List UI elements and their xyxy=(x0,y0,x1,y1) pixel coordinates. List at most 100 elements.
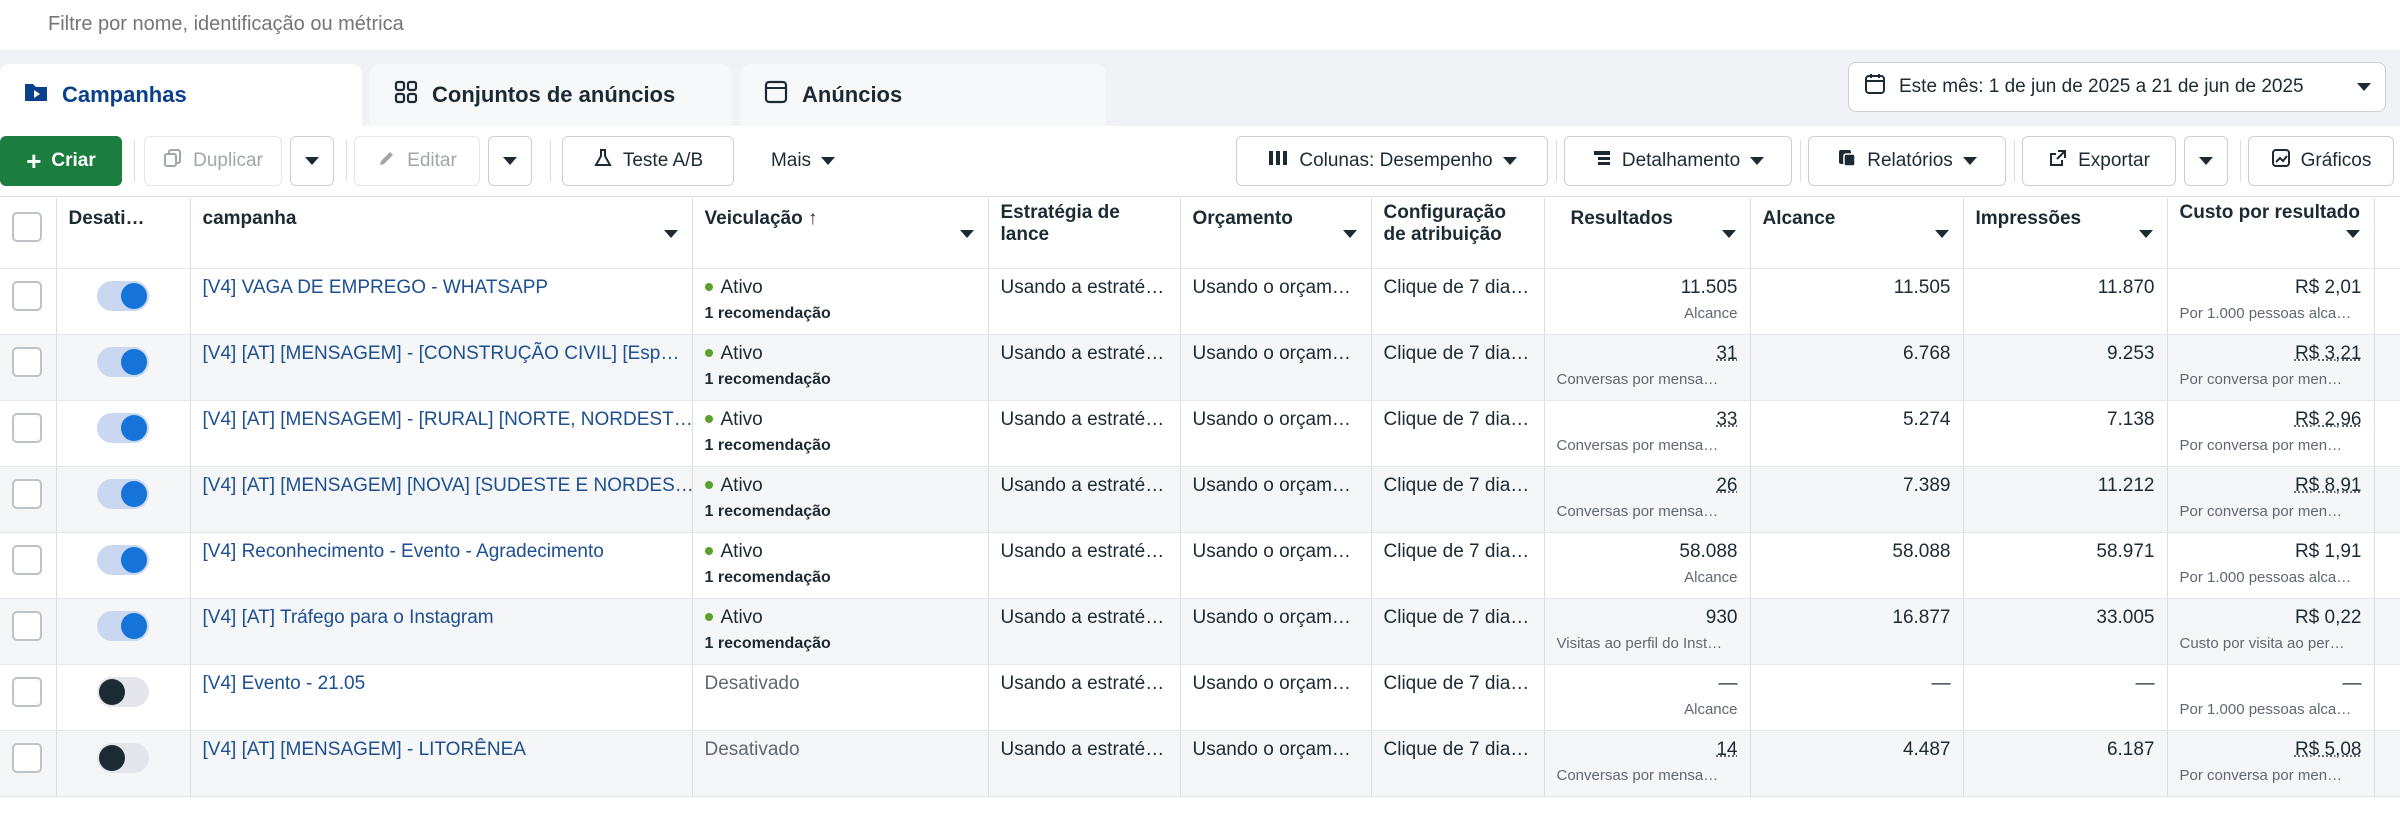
tab-ads[interactable]: Anúncios xyxy=(740,64,1106,126)
grid-icon xyxy=(392,78,420,112)
table-row[interactable]: [V4] VAGA DE EMPREGO - WHATSAPP Ativo 1 re… xyxy=(0,268,2400,335)
export-label: Exportar xyxy=(2078,150,2150,171)
attribution-value: Clique de 7 dia… xyxy=(1383,540,1530,562)
row-checkbox[interactable] xyxy=(12,412,42,443)
col-results-header[interactable]: Resultados xyxy=(1544,198,1751,269)
reports-button[interactable]: Relatórios xyxy=(1808,136,2006,186)
recommendation-link[interactable]: 1 recomendação xyxy=(705,635,976,653)
campaign-toggle[interactable] xyxy=(97,610,149,641)
edit-label: Editar xyxy=(407,150,457,171)
campaign-name-link[interactable]: [V4] Evento - 21.05 xyxy=(203,673,366,694)
campaign-toggle[interactable] xyxy=(97,346,149,377)
attribution-cell: Clique de 7 dia… xyxy=(1371,730,1545,797)
col-attribution-header[interactable]: Configuração de atribuição xyxy=(1371,198,1545,269)
campaign-name-link[interactable]: [V4] [AT] [MENSAGEM] - LITORÊNEA xyxy=(203,739,526,760)
row-checkbox[interactable] xyxy=(12,610,42,641)
duplicate-button[interactable]: Duplicar xyxy=(144,136,282,186)
impressions-cell: 58.971 xyxy=(1963,532,2168,599)
tab-campaigns[interactable]: Campanhas xyxy=(0,64,362,126)
export-dropdown-button[interactable] xyxy=(2184,136,2228,186)
breakdown-button[interactable]: Detalhamento xyxy=(1564,136,1792,186)
attribution-cell: Clique de 7 dia… xyxy=(1371,400,1545,467)
tab-ad-sets[interactable]: Conjuntos de anúncios xyxy=(370,64,732,126)
attribution-value: Clique de 7 dia… xyxy=(1383,408,1530,430)
table-row[interactable]: [V4] [AT] [MENSAGEM] [NOVA] [SUDESTE E N… xyxy=(0,466,2400,533)
campaign-toggle[interactable] xyxy=(97,676,149,707)
row-checkbox[interactable] xyxy=(12,544,42,575)
results-cell: 58.088 Alcance xyxy=(1544,532,1751,599)
ab-test-button[interactable]: Teste A/B xyxy=(562,136,734,186)
bid-strategy-cell: Usando a estraté… xyxy=(988,268,1181,335)
campaign-toggle[interactable] xyxy=(97,478,149,509)
create-button[interactable]: + Criar xyxy=(0,136,122,186)
bid-strategy-cell: Usando a estraté… xyxy=(988,466,1181,533)
filter-bar xyxy=(0,0,2400,50)
campaign-toggle[interactable] xyxy=(97,412,149,443)
recommendation-link[interactable]: 1 recomendação xyxy=(705,437,976,455)
date-range-picker[interactable]: Este mês: 1 de jun de 2025 a 21 de jun d… xyxy=(1848,62,2386,112)
col-delivery-header[interactable]: Veiculação ↑ xyxy=(692,198,989,269)
col-bid-header[interactable]: Estratégia de lance xyxy=(988,198,1181,269)
edit-button[interactable]: Editar xyxy=(354,136,480,186)
delivery-status: Desativado xyxy=(704,672,800,694)
chevron-down-icon[interactable] xyxy=(1721,230,1736,238)
col-reach-header[interactable]: Alcance xyxy=(1750,198,1964,269)
cpr-value: R$ 2,01 xyxy=(2294,276,2362,298)
table-row[interactable]: [V4] [AT] Tráfego para o Instagram Ativo 1… xyxy=(0,598,2400,665)
chevron-down-icon[interactable] xyxy=(2345,230,2360,238)
col-toggle-header[interactable]: Desati… xyxy=(56,198,191,269)
table-row[interactable]: [V4] Evento - 21.05 Desativado Usando a es… xyxy=(0,664,2400,731)
campaign-name-link[interactable]: [V4] [AT] Tráfego para o Instagram xyxy=(203,607,494,628)
recommendation-link[interactable]: 1 recomendação xyxy=(705,305,976,323)
recommendation-link[interactable]: 1 recomendação xyxy=(705,569,976,587)
chevron-down-icon[interactable] xyxy=(1342,230,1357,238)
budget-cell: Usando o orçam… xyxy=(1180,466,1372,533)
table-row[interactable]: [V4] [AT] [MENSAGEM] - [CONSTRUÇÃO CIVIL… xyxy=(0,334,2400,401)
campaign-name-link[interactable]: [V4] VAGA DE EMPREGO - WHATSAPP xyxy=(203,277,549,298)
chevron-down-icon[interactable] xyxy=(959,230,974,238)
table-row[interactable]: [V4] Reconhecimento - Evento - Agradecim… xyxy=(0,532,2400,599)
charts-button[interactable]: Gráficos xyxy=(2248,136,2394,186)
row-checkbox[interactable] xyxy=(12,676,42,707)
col-impressions-header[interactable]: Impressões xyxy=(1963,198,2168,269)
cpr-value: R$ 5,08 xyxy=(2294,738,2362,760)
chevron-down-icon[interactable] xyxy=(1934,230,1949,238)
impressions-cell: 11.212 xyxy=(1963,466,2168,533)
pencil-icon xyxy=(377,148,397,174)
select-all-checkbox[interactable] xyxy=(12,212,42,242)
filter-input[interactable] xyxy=(46,12,950,37)
col-cpr-header[interactable]: Custo por resultado xyxy=(2167,198,2375,269)
chevron-down-icon[interactable] xyxy=(663,230,678,238)
duplicate-dropdown-button[interactable] xyxy=(290,136,334,186)
row-select-cell xyxy=(0,334,57,401)
row-checkbox[interactable] xyxy=(12,742,42,773)
more-button[interactable]: Mais xyxy=(748,136,858,186)
export-button[interactable]: Exportar xyxy=(2022,136,2176,186)
campaign-name-link[interactable]: [V4] [AT] [MENSAGEM] [NOVA] [SUDESTE E N… xyxy=(203,475,692,496)
row-checkbox[interactable] xyxy=(12,346,42,377)
results-cell: 26 Conversas por mensa… xyxy=(1544,466,1751,533)
campaign-name-link[interactable]: [V4] [AT] [MENSAGEM] - [RURAL] [NORTE, N… xyxy=(203,409,692,430)
recommendation-link[interactable]: 1 recomendação xyxy=(705,503,976,521)
results-subtext: Conversas por mensa… xyxy=(1556,502,1719,520)
row-checkbox[interactable] xyxy=(12,478,42,509)
chevron-down-icon xyxy=(305,157,319,165)
campaign-name-cell: [V4] Evento - 21.05 xyxy=(190,664,693,731)
table-row[interactable]: [V4] [AT] [MENSAGEM] - LITORÊNEA Desativa… xyxy=(0,730,2400,797)
campaign-name-link[interactable]: [V4] [AT] [MENSAGEM] - [CONSTRUÇÃO CIVIL… xyxy=(203,343,680,364)
columns-button[interactable]: Colunas: Desempenho xyxy=(1236,136,1548,186)
table-row[interactable]: [V4] [AT] [MENSAGEM] - [RURAL] [NORTE, N… xyxy=(0,400,2400,467)
cpr-value: — xyxy=(2342,672,2362,694)
col-campaign-header[interactable]: campanha xyxy=(190,198,693,269)
reach-value: 11.505 xyxy=(1893,276,1951,298)
campaign-toggle[interactable] xyxy=(97,280,149,311)
recommendation-link[interactable]: 1 recomendação xyxy=(705,371,976,389)
edit-dropdown-button[interactable] xyxy=(488,136,532,186)
campaign-name-link[interactable]: [V4] Reconhecimento - Evento - Agradecim… xyxy=(203,541,604,562)
campaign-toggle[interactable] xyxy=(97,742,149,773)
campaign-toggle[interactable] xyxy=(97,544,149,575)
cpr-cell: R$ 2,96 Por conversa por men… xyxy=(2167,400,2375,467)
row-checkbox[interactable] xyxy=(12,280,42,311)
col-budget-header[interactable]: Orçamento xyxy=(1180,198,1372,269)
chevron-down-icon[interactable] xyxy=(2138,230,2153,238)
